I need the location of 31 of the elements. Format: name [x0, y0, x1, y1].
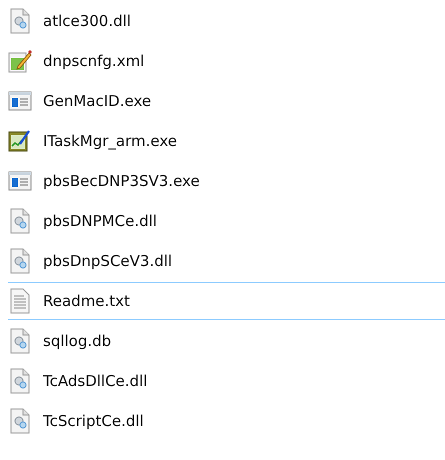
file-name: pbsBecDNP3SV3.exe: [43, 172, 200, 190]
file-item[interactable]: sqllog.db: [8, 322, 445, 360]
file-name: dnpscnfg.xml: [43, 52, 144, 70]
settings-file-icon: [8, 248, 32, 274]
settings-file-icon: [8, 368, 32, 394]
file-item[interactable]: pbsDNPMCe.dll: [8, 202, 445, 240]
file-item[interactable]: pbsDnpSCeV3.dll: [8, 242, 445, 280]
file-item[interactable]: atlce300.dll: [8, 2, 445, 40]
file-name: TcScriptCe.dll: [43, 412, 144, 430]
file-name: sqllog.db: [43, 332, 112, 350]
settings-file-icon: [8, 328, 32, 354]
file-item[interactable]: Readme.txt: [8, 282, 445, 320]
file-item[interactable]: TcScriptCe.dll: [8, 402, 445, 440]
file-item[interactable]: ITaskMgr_arm.exe: [8, 122, 445, 160]
file-name: Readme.txt: [43, 292, 130, 310]
file-item[interactable]: pbsBecDNP3SV3.exe: [8, 162, 445, 200]
file-name: pbsDNPMCe.dll: [43, 212, 157, 230]
file-item[interactable]: GenMacID.exe: [8, 82, 445, 120]
notepad-pencil-icon: [8, 48, 32, 74]
file-name: GenMacID.exe: [43, 92, 152, 110]
settings-file-icon: [8, 8, 32, 34]
text-file-icon: [8, 288, 32, 314]
file-item[interactable]: TcAdsDllCe.dll: [8, 362, 445, 400]
file-name: pbsDnpSCeV3.dll: [43, 252, 172, 270]
settings-file-icon: [8, 208, 32, 234]
task-manager-icon: [8, 128, 32, 154]
file-name: TcAdsDllCe.dll: [43, 372, 148, 390]
file-item[interactable]: dnpscnfg.xml: [8, 42, 445, 80]
settings-file-icon: [8, 408, 32, 434]
file-name: ITaskMgr_arm.exe: [43, 132, 178, 150]
file-name: atlce300.dll: [43, 12, 131, 30]
